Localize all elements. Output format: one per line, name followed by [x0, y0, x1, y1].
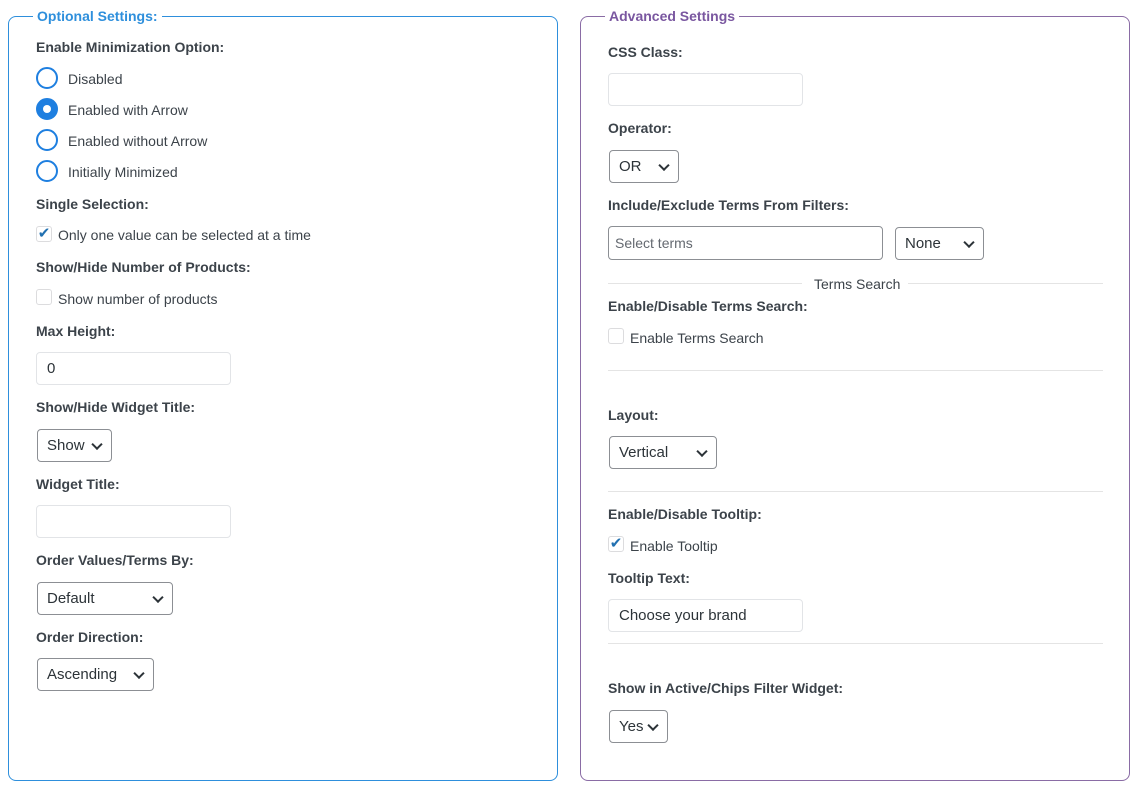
layout-label: Layout:: [608, 407, 659, 423]
widget-title-toggle-label: Show/Hide Widget Title:: [36, 399, 196, 415]
operator-value: OR: [619, 158, 642, 175]
show-products-checkbox[interactable]: [36, 289, 52, 305]
include-exclude-value: None: [905, 235, 941, 252]
order-direction-value: Ascending: [47, 666, 118, 683]
chevron-down-icon: [658, 159, 670, 171]
include-exclude-select[interactable]: None: [895, 227, 984, 260]
divider: [608, 370, 1103, 371]
chevron-down-icon: [963, 236, 975, 248]
radio-enabled-without-arrow[interactable]: [36, 129, 58, 151]
order-by-value: Default: [47, 590, 95, 607]
radio-enabled-without-arrow-label[interactable]: Enabled without Arrow: [68, 133, 207, 149]
order-by-select[interactable]: Default: [37, 582, 173, 615]
widget-title-label: Widget Title:: [36, 476, 120, 492]
terms-search-divider-label: Terms Search: [814, 276, 901, 292]
terms-search-checkbox[interactable]: [608, 328, 624, 344]
operator-label: Operator:: [608, 120, 672, 136]
order-direction-select[interactable]: Ascending: [37, 658, 154, 691]
max-height-input[interactable]: 0: [36, 352, 231, 385]
widget-title-input[interactable]: [36, 505, 231, 538]
operator-select[interactable]: OR: [609, 150, 679, 183]
widget-title-toggle-select[interactable]: Show: [37, 429, 112, 462]
check-icon: ✔: [37, 225, 51, 242]
terms-search-option-label[interactable]: Enable Terms Search: [630, 330, 764, 346]
radio-enabled-with-arrow[interactable]: [36, 98, 58, 120]
active-chips-value: Yes: [619, 718, 644, 735]
order-direction-label: Order Direction:: [36, 629, 144, 645]
active-chips-select[interactable]: Yes: [609, 710, 668, 743]
single-selection-option-label[interactable]: Only one value can be selected at a time: [58, 227, 311, 243]
radio-initially-minimized-label[interactable]: Initially Minimized: [68, 164, 178, 180]
terms-search-label: Enable/Disable Terms Search:: [608, 298, 808, 314]
check-icon: ✔: [609, 535, 623, 552]
css-class-input[interactable]: [608, 73, 803, 106]
css-class-label: CSS Class:: [608, 44, 683, 60]
chevron-down-icon: [133, 667, 145, 679]
chevron-down-icon: [152, 591, 164, 603]
select-terms-input[interactable]: Select terms: [608, 226, 883, 260]
chevron-down-icon: [647, 719, 659, 731]
radio-disabled-label[interactable]: Disabled: [68, 71, 122, 87]
single-selection-label: Single Selection:: [36, 196, 149, 212]
widget-title-toggle-value: Show: [47, 437, 85, 454]
radio-enabled-with-arrow-label[interactable]: Enabled with Arrow: [68, 102, 188, 118]
optional-settings-legend: Optional Settings:: [37, 8, 158, 24]
layout-select[interactable]: Vertical: [609, 436, 717, 469]
tooltip-text-input[interactable]: Choose your brand: [608, 599, 803, 632]
single-selection-checkbox[interactable]: ✔: [36, 226, 52, 242]
order-by-label: Order Values/Terms By:: [36, 552, 194, 568]
include-exclude-label: Include/Exclude Terms From Filters:: [608, 197, 849, 213]
divider: [608, 643, 1103, 644]
minimization-label: Enable Minimization Option:: [36, 39, 225, 55]
layout-value: Vertical: [619, 444, 669, 461]
show-products-label: Show/Hide Number of Products:: [36, 259, 251, 275]
divider: [608, 491, 1103, 492]
max-height-label: Max Height:: [36, 323, 116, 339]
divider-left: [608, 283, 802, 284]
chevron-down-icon: [91, 438, 103, 450]
radio-initially-minimized[interactable]: [36, 160, 58, 182]
tooltip-label: Enable/Disable Tooltip:: [608, 506, 762, 522]
tooltip-checkbox[interactable]: ✔: [608, 536, 624, 552]
show-products-option-label[interactable]: Show number of products: [58, 291, 218, 307]
chevron-down-icon: [696, 445, 708, 457]
active-chips-label: Show in Active/Chips Filter Widget:: [608, 680, 844, 696]
divider-right: [908, 283, 1103, 284]
tooltip-text-label: Tooltip Text:: [608, 570, 690, 586]
tooltip-option-label[interactable]: Enable Tooltip: [630, 538, 718, 554]
radio-disabled[interactable]: [36, 67, 58, 89]
advanced-settings-legend: Advanced Settings: [609, 8, 736, 24]
